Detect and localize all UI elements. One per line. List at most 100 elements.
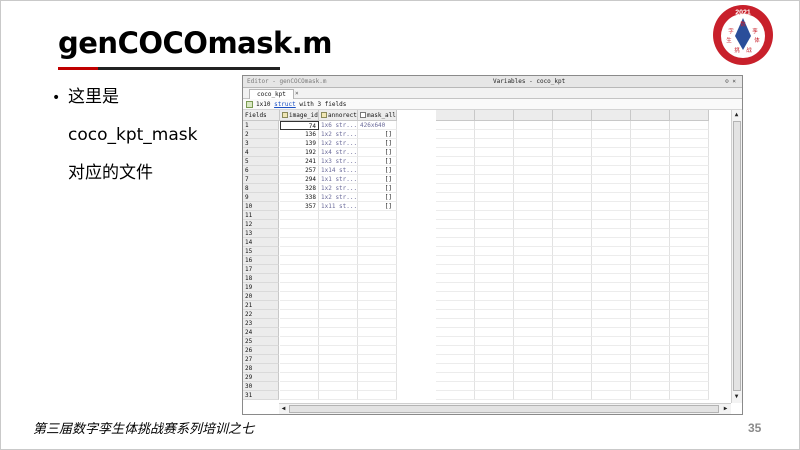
cell-empty[interactable]: [592, 247, 631, 256]
row-number[interactable]: 15: [243, 247, 279, 256]
cell-empty[interactable]: [592, 292, 631, 301]
cell-empty[interactable]: [670, 310, 709, 319]
cell-empty[interactable]: [553, 211, 592, 220]
scroll-up-icon[interactable]: ▲: [732, 111, 741, 119]
cell-empty[interactable]: [631, 175, 670, 184]
row-number[interactable]: 17: [243, 265, 279, 274]
column-header[interactable]: annorect: [319, 110, 358, 121]
cell-image-id[interactable]: [280, 283, 319, 292]
cell-annorect[interactable]: [319, 283, 358, 292]
cell-empty[interactable]: [436, 328, 475, 337]
cell-empty[interactable]: [436, 265, 475, 274]
cell-empty[interactable]: [553, 202, 592, 211]
cell-empty[interactable]: [631, 310, 670, 319]
cell-mask-all[interactable]: [358, 274, 397, 283]
cell-empty[interactable]: [670, 184, 709, 193]
cell-empty[interactable]: [592, 121, 631, 130]
cell-empty[interactable]: [592, 391, 631, 400]
cell-image-id[interactable]: 136: [280, 130, 319, 139]
cell-mask-all[interactable]: [358, 364, 397, 373]
cell-empty[interactable]: [670, 382, 709, 391]
cell-empty[interactable]: [475, 337, 514, 346]
cell-image-id[interactable]: [280, 319, 319, 328]
row-number[interactable]: 24: [243, 328, 279, 337]
row-number[interactable]: 2: [243, 130, 279, 139]
row-number[interactable]: 3: [243, 139, 279, 148]
cell-empty[interactable]: [514, 292, 553, 301]
cell-empty[interactable]: [475, 193, 514, 202]
cell-empty[interactable]: [436, 139, 475, 148]
vertical-scrollbar[interactable]: ▲ ▼: [731, 110, 742, 403]
cell-empty[interactable]: [631, 238, 670, 247]
fields-header[interactable]: Fields: [243, 110, 280, 121]
cell-annorect[interactable]: 1x3 str...: [319, 157, 358, 166]
cell-empty[interactable]: [670, 211, 709, 220]
row-number[interactable]: 31: [243, 391, 279, 400]
row-number[interactable]: 6: [243, 166, 279, 175]
cell-empty[interactable]: [553, 139, 592, 148]
cell-empty[interactable]: [631, 211, 670, 220]
cell-empty[interactable]: [670, 355, 709, 364]
cell-empty[interactable]: [592, 373, 631, 382]
cell-empty[interactable]: [436, 175, 475, 184]
cell-image-id[interactable]: [280, 274, 319, 283]
cell-image-id[interactable]: [280, 220, 319, 229]
cell-annorect[interactable]: [319, 220, 358, 229]
cell-empty[interactable]: [592, 256, 631, 265]
cell-empty[interactable]: [670, 238, 709, 247]
cell-mask-all[interactable]: [358, 346, 397, 355]
cell-mask-all[interactable]: []: [358, 175, 397, 184]
cell-empty[interactable]: [592, 337, 631, 346]
cell-empty[interactable]: [436, 274, 475, 283]
column-header-empty[interactable]: [436, 110, 475, 121]
cell-empty[interactable]: [475, 274, 514, 283]
cell-annorect[interactable]: [319, 292, 358, 301]
cell-empty[interactable]: [553, 220, 592, 229]
cell-empty[interactable]: [553, 283, 592, 292]
cell-empty[interactable]: [592, 364, 631, 373]
cell-empty[interactable]: [514, 166, 553, 175]
cell-image-id[interactable]: [280, 229, 319, 238]
cell-empty[interactable]: [514, 211, 553, 220]
cell-empty[interactable]: [553, 121, 592, 130]
cell-empty[interactable]: [592, 148, 631, 157]
cell-empty[interactable]: [592, 202, 631, 211]
cell-empty[interactable]: [475, 202, 514, 211]
cell-empty[interactable]: [514, 337, 553, 346]
cell-empty[interactable]: [592, 175, 631, 184]
cell-empty[interactable]: [670, 292, 709, 301]
cell-mask-all[interactable]: [358, 391, 397, 400]
cell-empty[interactable]: [670, 157, 709, 166]
cell-empty[interactable]: [631, 382, 670, 391]
struct-link[interactable]: struct: [274, 101, 296, 108]
cell-empty[interactable]: [436, 364, 475, 373]
row-number[interactable]: 25: [243, 337, 279, 346]
cell-empty[interactable]: [475, 184, 514, 193]
cell-empty[interactable]: [592, 157, 631, 166]
cell-empty[interactable]: [592, 319, 631, 328]
cell-empty[interactable]: [436, 220, 475, 229]
cell-empty[interactable]: [475, 292, 514, 301]
cell-empty[interactable]: [592, 166, 631, 175]
cell-empty[interactable]: [553, 238, 592, 247]
cell-mask-all[interactable]: []: [358, 157, 397, 166]
column-header[interactable]: mask_all: [358, 110, 397, 121]
cell-empty[interactable]: [631, 157, 670, 166]
row-number[interactable]: 18: [243, 274, 279, 283]
cell-empty[interactable]: [670, 337, 709, 346]
cell-empty[interactable]: [631, 121, 670, 130]
cell-mask-all[interactable]: [358, 328, 397, 337]
cell-image-id[interactable]: 74: [280, 121, 319, 130]
cell-empty[interactable]: [670, 139, 709, 148]
cell-empty[interactable]: [514, 319, 553, 328]
cell-empty[interactable]: [670, 229, 709, 238]
cell-empty[interactable]: [670, 265, 709, 274]
cell-empty[interactable]: [631, 220, 670, 229]
cell-image-id[interactable]: 338: [280, 193, 319, 202]
cell-empty[interactable]: [475, 310, 514, 319]
cell-mask-all[interactable]: []: [358, 184, 397, 193]
row-number[interactable]: 29: [243, 373, 279, 382]
cell-empty[interactable]: [553, 301, 592, 310]
cell-empty[interactable]: [514, 373, 553, 382]
row-number[interactable]: 12: [243, 220, 279, 229]
